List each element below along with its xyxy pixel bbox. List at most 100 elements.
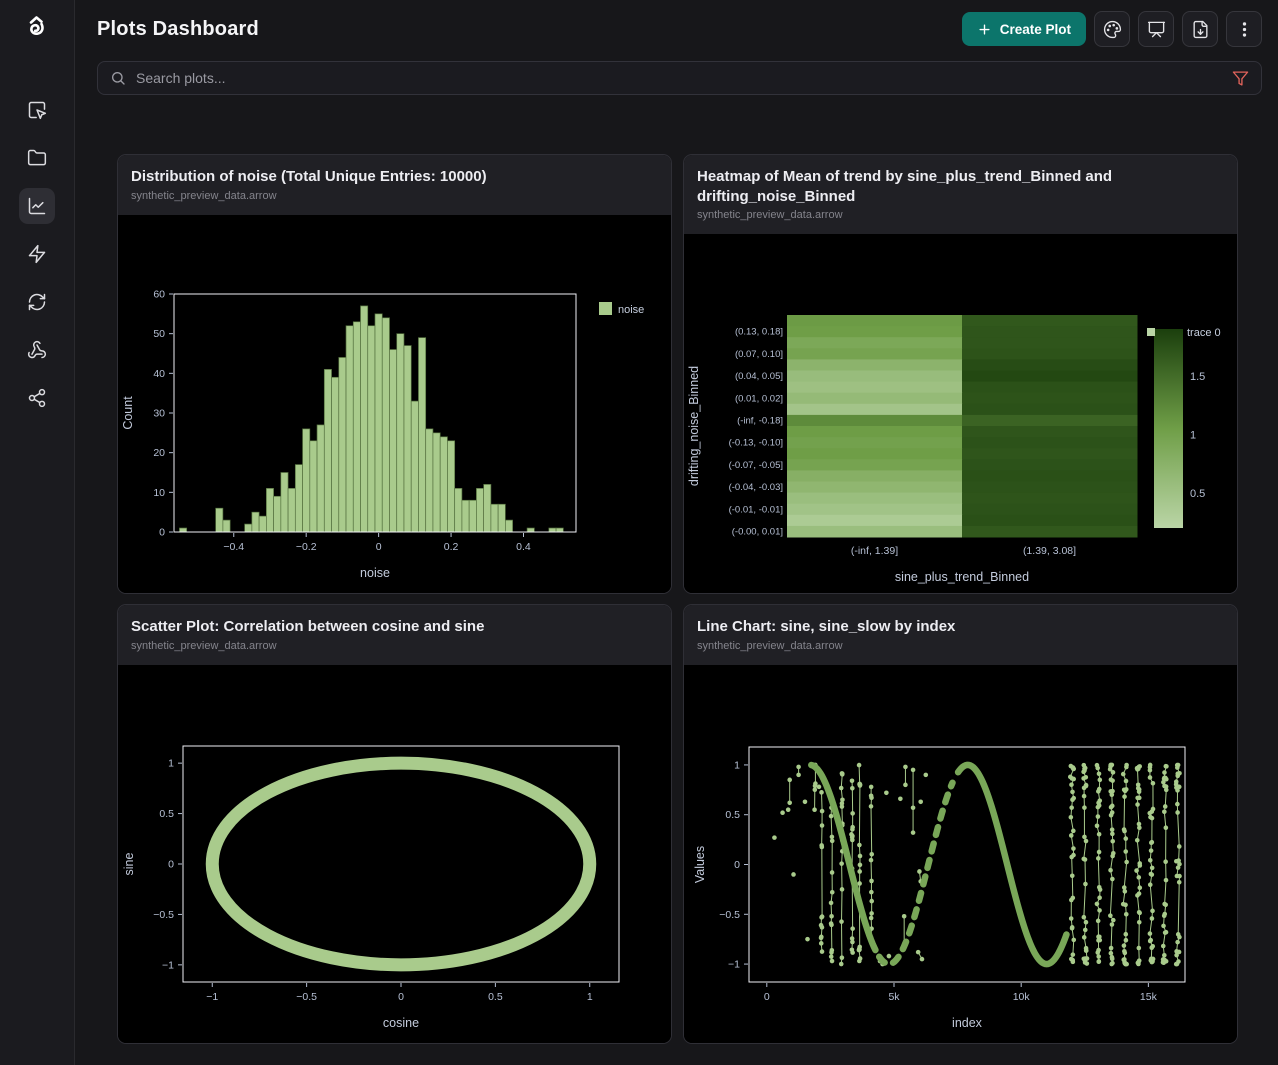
app-logo-icon <box>21 12 53 44</box>
folder-icon <box>27 148 47 168</box>
sidebar-item-sync[interactable] <box>19 284 55 320</box>
x-tick-label: 10k <box>1013 991 1031 1003</box>
y-tick-label: 30 <box>153 407 165 419</box>
card-subtitle: synthetic_preview_data.arrow <box>697 209 1224 221</box>
x-tick-label: 5k <box>888 991 900 1003</box>
filter-funnel-icon <box>1232 70 1249 87</box>
card-header: Heatmap of Mean of trend by sine_plus_tr… <box>684 155 1237 234</box>
plot-card-heatmap: Heatmap of Mean of trend by sine_plus_tr… <box>683 154 1238 594</box>
heatmap-row-label: (-0.01, -0.01] <box>729 504 783 515</box>
colorbar <box>1154 329 1183 528</box>
legend-label: noise <box>618 304 644 316</box>
palette-icon <box>1103 20 1122 39</box>
heatmap-row-label: (0.13, 0.18] <box>735 327 783 338</box>
share-icon <box>27 388 47 408</box>
histogram-plot-canvas[interactable]: −0.4−0.200.20.40102030405060noiseCountno… <box>118 215 671 594</box>
y-tick-label: 20 <box>153 447 165 459</box>
heatmap-row-label: (0.07, 0.10] <box>735 349 783 360</box>
legend-swatch <box>1147 328 1155 336</box>
y-tick-label: 1 <box>168 757 174 769</box>
x-tick-label: 0.2 <box>444 541 459 553</box>
line-chart-svg: 05k10k15k10.50−0.5−1indexValues <box>684 665 1237 1044</box>
sidebar-nav <box>19 92 55 416</box>
x-axis-title: sine_plus_trend_Binned <box>895 570 1029 584</box>
colorbar-tick-label: 1.5 <box>1190 371 1205 383</box>
y-tick-label: −0.5 <box>153 908 174 920</box>
x-tick-label: 0.5 <box>488 991 503 1003</box>
plus-icon <box>977 22 992 37</box>
file-export-icon <box>1191 20 1210 39</box>
search-bar <box>97 61 1262 95</box>
app-logo[interactable] <box>17 8 57 48</box>
sidebar-item-share[interactable] <box>19 380 55 416</box>
y-axis-title: drifting_noise_Binned <box>687 366 701 486</box>
scatter-svg: −1−0.500.5110.50−0.5−1cosinesine <box>118 665 671 1044</box>
plot-card-scatter: Scatter Plot: Correlation between cosine… <box>117 604 672 1044</box>
y-axis-title: Values <box>693 845 707 882</box>
presentation-mode-button[interactable] <box>1138 11 1174 47</box>
export-file-button[interactable] <box>1182 11 1218 47</box>
heatmap-plot-canvas[interactable]: (0.13, 0.18](0.07, 0.10](0.04, 0.05](0.0… <box>684 234 1237 593</box>
refresh-icon <box>27 292 47 312</box>
legend-label: trace 0 <box>1187 327 1221 339</box>
colorbar-tick-label: 0.5 <box>1190 488 1205 500</box>
x-tick-label: 1 <box>587 991 593 1003</box>
sidebar-item-select-area[interactable] <box>19 92 55 128</box>
y-tick-label: 1 <box>734 759 740 771</box>
sidebar <box>0 0 75 1065</box>
plot-card-noise-distribution: Distribution of noise (Total Unique Entr… <box>117 154 672 594</box>
y-tick-label: 40 <box>153 367 165 379</box>
y-axis-title: Count <box>121 395 135 429</box>
y-axis-title: sine <box>122 852 136 875</box>
sidebar-item-plots[interactable] <box>19 188 55 224</box>
y-tick-label: 0 <box>159 526 165 538</box>
plots-grid: Distribution of noise (Total Unique Entr… <box>117 154 1238 1044</box>
more-options-button[interactable] <box>1226 11 1262 47</box>
x-axis-title: noise <box>360 566 390 580</box>
kebab-menu-icon <box>1235 20 1254 39</box>
card-subtitle: synthetic_preview_data.arrow <box>697 640 1224 652</box>
select-area-icon <box>27 100 47 120</box>
filter-button[interactable] <box>1232 70 1249 87</box>
page-title: Plots Dashboard <box>97 18 259 41</box>
histogram-bars <box>179 305 563 531</box>
x-tick-label: 15k <box>1140 991 1158 1003</box>
topbar: Plots Dashboard Create Plot <box>97 0 1262 54</box>
heatmap-row-label: (-0.07, -0.05] <box>729 460 783 471</box>
line-plot-canvas[interactable]: 05k10k15k10.50−0.5−1indexValues <box>684 665 1237 1044</box>
search-input[interactable] <box>136 70 1232 86</box>
search-icon <box>110 70 126 86</box>
theme-palette-button[interactable] <box>1094 11 1130 47</box>
unit-circle-ring <box>212 763 589 965</box>
x-tick-label: −0.4 <box>223 541 244 553</box>
heatmap-svg: (0.13, 0.18](0.07, 0.10](0.04, 0.05](0.0… <box>684 234 1237 593</box>
y-tick-label: −0.5 <box>719 908 740 920</box>
legend-swatch <box>599 302 612 315</box>
heatmap-row-label: (-0.04, -0.03] <box>729 482 783 493</box>
y-tick-label: −1 <box>728 958 740 970</box>
create-plot-button[interactable]: Create Plot <box>962 12 1086 46</box>
plot-card-line-chart: Line Chart: sine, sine_slow by index syn… <box>683 604 1238 1044</box>
create-plot-label: Create Plot <box>1000 22 1071 37</box>
y-tick-label: 50 <box>153 328 165 340</box>
presentation-icon <box>1147 20 1166 39</box>
plot-frame <box>183 746 619 982</box>
card-title: Line Chart: sine, sine_slow by index <box>697 617 1224 637</box>
y-tick-label: 0 <box>168 858 174 870</box>
x-tick-label: −0.5 <box>296 991 317 1003</box>
sidebar-item-activity[interactable] <box>19 236 55 272</box>
heatmap-col-label: (1.39, 3.08] <box>1023 545 1076 557</box>
scatter-plot-canvas[interactable]: −1−0.500.5110.50−0.5−1cosinesine <box>118 665 671 1044</box>
card-title: Heatmap of Mean of trend by sine_plus_tr… <box>697 167 1224 206</box>
card-subtitle: synthetic_preview_data.arrow <box>131 640 658 652</box>
main-content: Plots Dashboard Create Plot <box>75 0 1278 1065</box>
histogram-svg: −0.4−0.200.20.40102030405060noiseCountno… <box>118 215 671 594</box>
card-subtitle: synthetic_preview_data.arrow <box>131 190 658 202</box>
card-title: Distribution of noise (Total Unique Entr… <box>131 167 658 187</box>
y-tick-label: 60 <box>153 288 165 300</box>
heatmap-row-label: (-inf, -0.18] <box>737 415 783 426</box>
heatmap-cells <box>787 315 1138 538</box>
sidebar-item-webhook[interactable] <box>19 332 55 368</box>
x-tick-label: 0 <box>398 991 404 1003</box>
sidebar-item-files[interactable] <box>19 140 55 176</box>
